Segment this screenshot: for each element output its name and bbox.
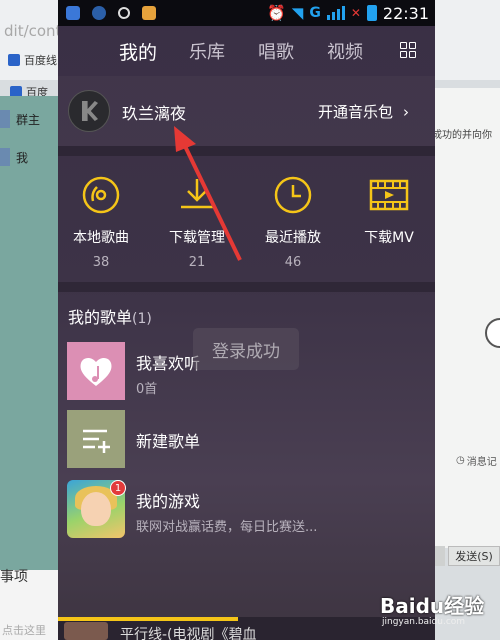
message-history-link[interactable]: ◷ 消息记: [456, 453, 497, 468]
bookmark-item[interactable]: 百度线: [8, 52, 57, 68]
section-divider: [58, 146, 435, 156]
chat-sidebar: [0, 96, 60, 576]
shield-icon: [92, 6, 106, 20]
clock-icon: ◷: [456, 455, 465, 466]
section-divider: [58, 282, 435, 292]
baidu-watermark: Baidu经验 jingyan.baidu.com: [380, 590, 484, 627]
app-notification-icon: [142, 6, 156, 20]
browser-url-fragment: dit/cont: [4, 22, 62, 40]
recent-plays-label: 最近播放: [265, 230, 321, 246]
album-art: [64, 622, 108, 640]
download-mv-label: 下载MV: [364, 230, 414, 246]
disc-icon: [82, 176, 120, 214]
network-type: G: [309, 5, 321, 21]
new-playlist-button[interactable]: 新建歌单: [58, 410, 435, 470]
tab-my[interactable]: 我的: [119, 38, 157, 65]
profile-row[interactable]: 玖兰漓夜 开通音乐包 ›: [58, 76, 435, 146]
local-songs-button[interactable]: 本地歌曲 38: [58, 175, 149, 270]
recent-plays-button[interactable]: 最近播放 46: [245, 175, 341, 270]
watermark-brand: Baidu经验: [380, 594, 485, 618]
heart-music-icon: [67, 342, 125, 400]
watermark-site: jingyan.baidu.com: [382, 617, 466, 627]
local-songs-label: 本地歌曲: [73, 230, 129, 246]
avatar: [0, 148, 10, 166]
bottom-text: 事项: [0, 569, 28, 585]
playlist-subtitle: 0首: [136, 382, 158, 397]
notification-badge: 1: [110, 480, 126, 496]
add-list-icon: [67, 410, 125, 468]
playlist-title: 我的游戏: [136, 492, 201, 511]
download-mv-button[interactable]: 下载MV: [341, 175, 435, 247]
my-playlists-header: 我的歌单(1): [68, 308, 152, 327]
tab-sing[interactable]: 唱歌: [258, 38, 294, 64]
battery-icon: [366, 5, 377, 21]
playlist-subtitle: 联网对战赢话费，每日比赛送...: [136, 520, 318, 535]
tab-library[interactable]: 乐库: [189, 38, 225, 64]
chat-message-text: 成功的并向你: [432, 130, 492, 141]
grid-menu-icon[interactable]: [400, 42, 416, 58]
clock-time: 22:31: [382, 3, 429, 23]
paw-icon: [8, 54, 20, 66]
avatar[interactable]: [68, 90, 110, 132]
open-music-pack-link[interactable]: 开通音乐包 ›: [318, 101, 409, 122]
message-input[interactable]: 点击这里: [2, 622, 46, 638]
chat-list-item[interactable]: 我: [0, 148, 28, 166]
playlist-title: 我喜欢听: [136, 354, 201, 373]
app-notification-icon: [66, 6, 80, 20]
download-icon: [181, 179, 213, 209]
divider: [435, 546, 445, 566]
download-manager-label: 下载管理: [169, 230, 225, 246]
status-indicators: ⏰ ◥ G ✕ 22:31: [267, 0, 429, 26]
tab-video[interactable]: 视频: [327, 38, 363, 64]
send-button[interactable]: 发送(S): [448, 546, 500, 566]
download-manager-count: 21: [188, 255, 206, 270]
film-icon: [369, 179, 409, 211]
recent-plays-count: 46: [284, 255, 302, 270]
avatar: [0, 110, 10, 128]
chat-list-item[interactable]: 群主: [0, 110, 40, 128]
chevron-right-icon: ›: [403, 102, 410, 121]
playback-progress: [58, 617, 238, 621]
no-signal-icon: ✕: [350, 6, 361, 20]
chat-panel: [435, 88, 500, 548]
download-manager-button[interactable]: 下载管理 21: [149, 175, 245, 270]
local-songs-count: 38: [92, 255, 110, 270]
playlist-title: 新建歌单: [136, 432, 201, 451]
clock-icon: [274, 176, 312, 214]
kuwo-logo-icon: [82, 101, 98, 121]
username: 玖兰漓夜: [122, 104, 187, 123]
signal-icon: [326, 6, 345, 20]
status-bar: ⏰ ◥ G ✕ 22:31: [58, 0, 435, 26]
alarm-icon: ⏰: [267, 4, 286, 22]
login-success-toast: 登录成功: [193, 328, 299, 370]
top-navigation: 我的 乐库 唱歌 视频: [58, 26, 435, 76]
wifi-icon: ◥: [291, 4, 304, 22]
now-playing-title: 平行线-(电视剧《碧血: [120, 627, 257, 640]
phone-screen: ⏰ ◥ G ✕ 22:31 我的 乐库 唱歌 视频 玖兰漓夜 开通音乐包 › 本…: [58, 0, 435, 640]
search-icon: [118, 7, 130, 19]
